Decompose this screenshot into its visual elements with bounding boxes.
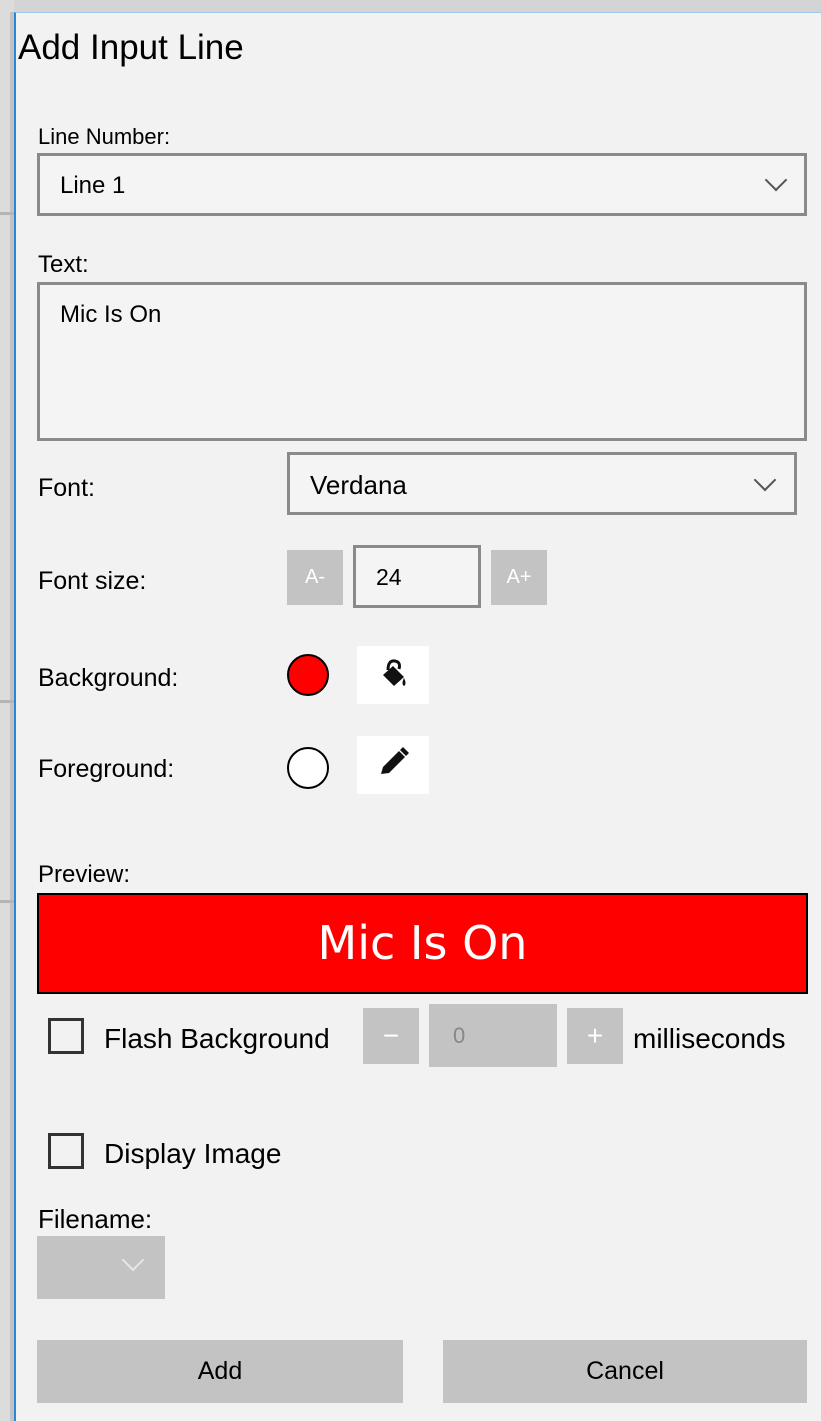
decrease-font-size-button[interactable]: A- <box>287 550 343 605</box>
background-color-picker-button[interactable] <box>357 646 429 704</box>
window-top-edge <box>0 0 821 12</box>
window-left-edge <box>0 0 14 1421</box>
paint-bucket-icon <box>383 659 406 686</box>
background-label: Background: <box>38 664 179 692</box>
preview-label: Preview: <box>38 861 131 888</box>
milliseconds-label: milliseconds <box>633 1023 786 1054</box>
foreground-color-picker-button[interactable] <box>357 736 429 794</box>
font-size-input[interactable]: 24 <box>353 545 481 608</box>
background-color-swatch <box>287 654 329 696</box>
increase-font-size-button[interactable]: A+ <box>491 550 547 605</box>
dialog-title: Add Input Line <box>18 28 244 67</box>
pencil-icon <box>381 747 409 774</box>
display-image-label: Display Image <box>104 1138 282 1169</box>
font-value: Verdana <box>310 470 407 500</box>
cancel-button[interactable]: Cancel <box>443 1340 807 1403</box>
preview-box: Mic Is On <box>37 893 808 994</box>
display-image-checkbox[interactable] <box>48 1133 84 1169</box>
foreground-color-swatch <box>287 747 329 789</box>
line-number-dropdown[interactable]: Line 1 <box>37 153 807 216</box>
font-label: Font: <box>38 474 95 502</box>
font-dropdown[interactable]: Verdana <box>287 452 797 515</box>
flash-interval-value: 0 <box>453 1023 466 1048</box>
flash-background-label: Flash Background <box>104 1023 330 1054</box>
filename-dropdown[interactable] <box>37 1236 165 1299</box>
add-button[interactable]: Add <box>37 1340 403 1403</box>
font-size-value: 24 <box>376 564 402 590</box>
flash-decrease-button[interactable]: − <box>363 1008 419 1064</box>
filename-label: Filename: <box>38 1204 153 1234</box>
text-label: Text: <box>38 251 89 278</box>
text-input-value: Mic Is On <box>60 301 162 328</box>
chevron-down-icon <box>753 468 777 492</box>
flash-interval-input[interactable]: 0 <box>429 1004 557 1067</box>
flash-increase-button[interactable]: + <box>567 1008 623 1064</box>
text-input[interactable]: Mic Is On <box>37 282 807 441</box>
chevron-down-icon <box>121 1248 145 1272</box>
edge-mark <box>0 700 14 703</box>
foreground-label: Foreground: <box>38 755 175 783</box>
chevron-down-icon <box>764 168 788 192</box>
line-number-label: Line Number: <box>38 124 171 149</box>
font-size-label: Font size: <box>38 567 147 595</box>
flash-background-checkbox[interactable] <box>48 1018 84 1054</box>
line-number-value: Line 1 <box>60 172 126 199</box>
edge-mark <box>0 212 14 215</box>
edge-mark <box>0 900 14 903</box>
